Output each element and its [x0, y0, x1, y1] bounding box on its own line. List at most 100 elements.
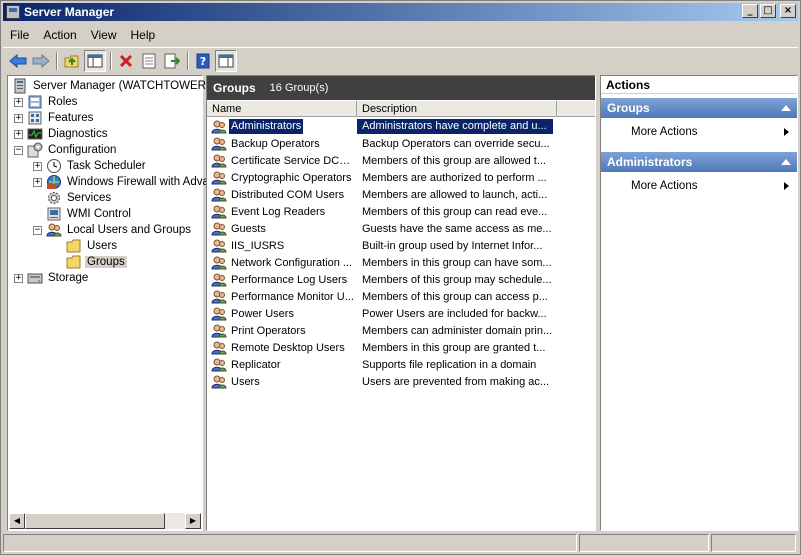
group-name-cell: Distributed COM Users [207, 187, 357, 203]
tree-label: Features [48, 112, 94, 124]
tree-item-users[interactable]: Users [66, 238, 119, 254]
maximize-button[interactable]: □ [760, 4, 776, 18]
tree-item-features[interactable]: + Features [14, 110, 95, 126]
collapse-arrow-icon[interactable] [781, 105, 791, 111]
group-row[interactable]: Users Users are prevented from making ac.… [207, 373, 595, 390]
tree-item-groups[interactable]: Groups [66, 254, 127, 270]
collapse-toggle[interactable]: − [14, 145, 23, 155]
tree-item-services[interactable]: Services [46, 190, 113, 206]
expand-toggle[interactable]: + [14, 129, 23, 139]
expand-toggle[interactable]: + [33, 177, 42, 187]
expand-toggle[interactable]: + [14, 113, 23, 123]
action-section-title: Administrators [607, 155, 693, 169]
group-row[interactable]: Replicator Supports file replication in a… [207, 356, 595, 373]
export-list-button[interactable] [161, 50, 183, 72]
group-row[interactable]: Event Log Readers Members of this group c… [207, 203, 595, 220]
group-name-cell: Replicator [207, 357, 357, 373]
group-row[interactable]: Backup Operators Backup Operators can ove… [207, 135, 595, 152]
group-row[interactable]: Power Users Power Users are included for … [207, 305, 595, 322]
menu-view[interactable]: View [84, 28, 124, 42]
group-description: Members of this group are allowed t... [362, 154, 547, 167]
delete-button[interactable] [115, 50, 137, 72]
group-row[interactable]: IIS_IUSRS Built-in group used by Internet… [207, 237, 595, 254]
group-name: Users [231, 375, 260, 388]
firewall-icon [47, 175, 61, 189]
show-hide-tree-button[interactable] [84, 49, 106, 72]
show-hide-action-pane-button[interactable] [215, 49, 237, 72]
group-name-cell: Network Configuration ... [207, 255, 357, 271]
scroll-track[interactable] [165, 513, 185, 529]
roles-icon [28, 95, 42, 109]
collapse-toggle[interactable]: − [33, 225, 42, 235]
expand-toggle[interactable]: + [14, 97, 23, 107]
scroll-thumb[interactable] [25, 513, 165, 529]
forward-button[interactable] [30, 50, 52, 72]
more-actions-administrators[interactable]: More Actions [631, 178, 791, 194]
expand-toggle[interactable]: + [33, 161, 42, 171]
group-row[interactable]: Administrators Administrators have comple… [207, 118, 595, 135]
group-name-cell: Guests [207, 221, 357, 237]
group-description: Supports file replication in a domain [362, 358, 537, 371]
wmi-icon [47, 207, 61, 221]
results-header: Groups 16 Group(s) [207, 76, 595, 100]
column-header-description[interactable]: Description [357, 101, 557, 117]
properties-button[interactable] [138, 50, 160, 72]
expand-toggle[interactable]: + [14, 273, 23, 283]
group-description: Users are prevented from making ac... [362, 375, 550, 388]
close-button[interactable]: × [780, 4, 796, 18]
window-controls: _ □ × [742, 4, 796, 18]
tree-horizontal-scrollbar[interactable]: ◀ ▶ [9, 513, 201, 529]
tree-item-wmi-control[interactable]: WMI Control [46, 206, 133, 222]
action-section-administrators[interactable]: Administrators [601, 152, 797, 172]
menu-action[interactable]: Action [36, 28, 83, 42]
title-bar[interactable]: Server Manager _ □ × [3, 3, 798, 21]
help-button[interactable]: ? [192, 50, 214, 72]
action-section-groups[interactable]: Groups [601, 98, 797, 118]
menu-help[interactable]: Help [124, 28, 163, 42]
results-pane: Groups 16 Group(s) Name Description Admi… [206, 75, 596, 531]
tree-item-roles[interactable]: + Roles [14, 94, 79, 110]
column-header-name[interactable]: Name [207, 101, 357, 117]
group-icon [211, 341, 227, 354]
menu-file[interactable]: File [3, 28, 36, 42]
group-row[interactable]: Distributed COM Users Members are allowed… [207, 186, 595, 203]
features-icon [28, 111, 42, 125]
group-row[interactable]: Cryptographic Operators Members are autho… [207, 169, 595, 186]
group-description: Members of this group can access p... [362, 290, 548, 303]
back-button[interactable] [7, 50, 29, 72]
tree-item-server-manager[interactable]: Server Manager (WATCHTOWER) [12, 78, 212, 94]
group-row[interactable]: Print Operators Members can administer do… [207, 322, 595, 339]
group-icon [211, 273, 227, 286]
tree-item-storage[interactable]: + Storage [14, 270, 90, 286]
tree-item-configuration[interactable]: − Configuration [14, 142, 118, 158]
group-icon [211, 120, 227, 133]
group-description: Members of this group may schedule... [362, 273, 552, 286]
svg-text:?: ? [200, 55, 206, 68]
scroll-right-button[interactable]: ▶ [185, 513, 201, 529]
group-row[interactable]: Guests Guests have the same access as me.… [207, 220, 595, 237]
up-one-level-button[interactable] [61, 50, 83, 72]
group-icon [211, 307, 227, 320]
group-row[interactable]: Network Configuration ... Members in this… [207, 254, 595, 271]
group-row[interactable]: Performance Log Users Members of this gro… [207, 271, 595, 288]
minimize-button[interactable]: _ [742, 4, 758, 18]
group-name-cell: Remote Desktop Users [207, 340, 357, 356]
tree-item-diagnostics[interactable]: + Diagnostics [14, 126, 109, 142]
tree-label: Task Scheduler [67, 160, 146, 172]
group-row[interactable]: Certificate Service DCO... Members of thi… [207, 152, 595, 169]
folder-icon [66, 239, 81, 253]
group-row[interactable]: Performance Monitor U... Members of this … [207, 288, 595, 305]
server-manager-window: Server Manager _ □ × File Action View He… [0, 0, 801, 555]
tree-item-windows-firewall[interactable]: + Windows Firewall with Adva [33, 174, 211, 190]
more-actions-groups[interactable]: More Actions [631, 124, 791, 140]
tree-item-local-users-and-groups[interactable]: − Local Users and Groups [33, 222, 193, 238]
console-tree[interactable]: Server Manager (WATCHTOWER) + Roles + Fe… [7, 75, 210, 531]
collapse-arrow-icon[interactable] [781, 159, 791, 165]
scroll-left-button[interactable]: ◀ [9, 513, 25, 529]
group-row[interactable]: Remote Desktop Users Members in this grou… [207, 339, 595, 356]
group-description: Built-in group used by Internet Infor... [362, 239, 543, 252]
configuration-icon [27, 142, 43, 158]
tree-label: WMI Control [67, 208, 131, 220]
delete-icon [119, 54, 133, 67]
tree-item-task-scheduler[interactable]: + Task Scheduler [33, 158, 148, 174]
